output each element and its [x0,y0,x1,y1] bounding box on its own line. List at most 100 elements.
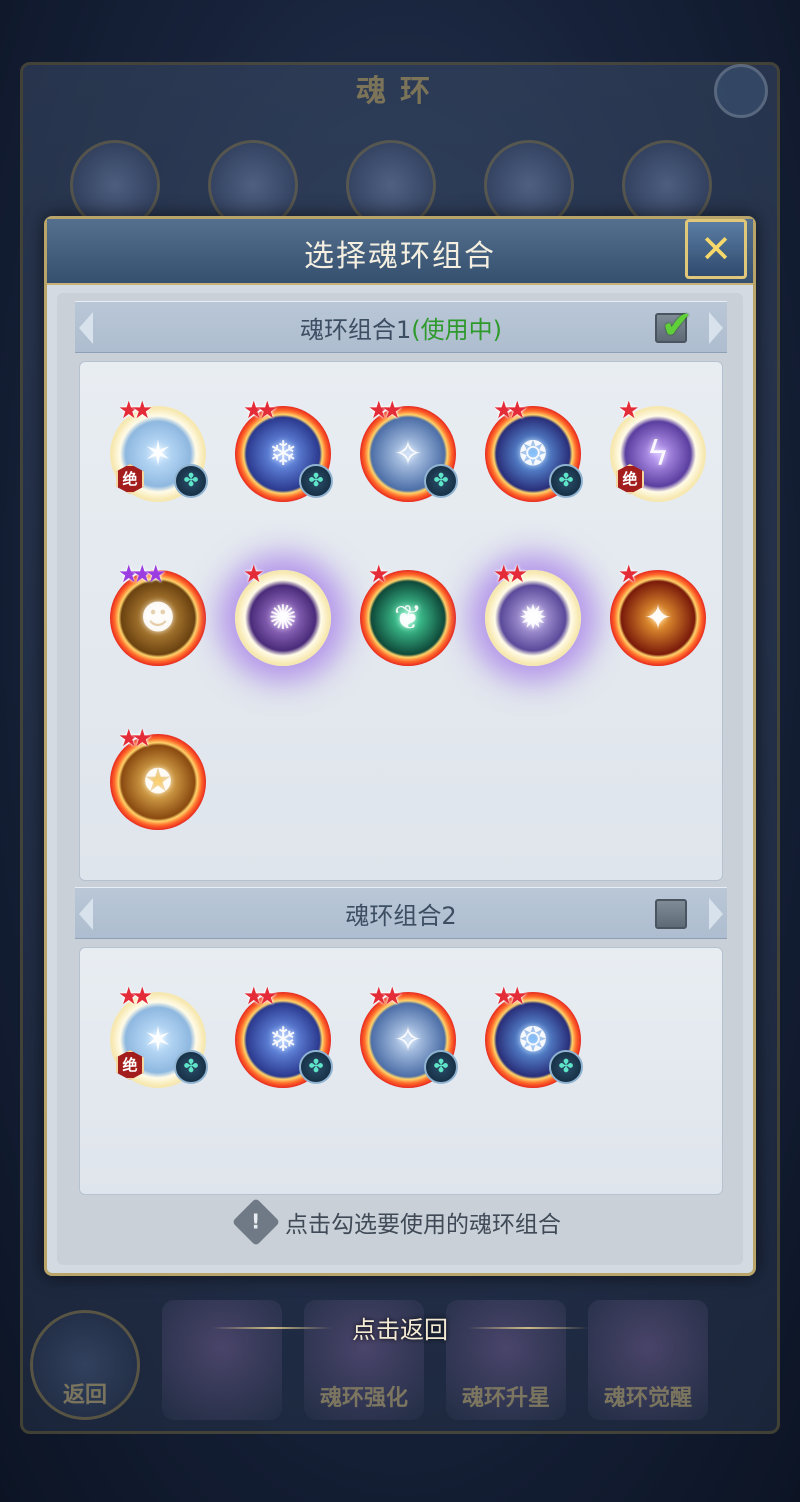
soul-ring[interactable]: ❄ ★★ ✤ [235,398,333,502]
star-icon: ★ [131,724,153,752]
star-rating: ★★ [243,396,278,424]
warning-glyph: ! [251,1210,261,1234]
select-soul-ring-combo-dialog: 选择魂环组合 ✕ 魂环组合1 (使用中) ✔ ✶ ★★ 绝 ✤ ❄ ★★ ✤ ✧ ★★ ✤ ❂ ★★ ✤ ϟ… [44,216,756,1276]
combo-1-status: (使用中) [411,315,502,344]
star-rating: ★★ [118,724,153,752]
golden-beast-icon: ✪ [143,762,173,802]
star-icon: ★ [506,396,528,424]
star-rating: ★★ [368,396,403,424]
combo-1-checkbox[interactable]: ✔ [655,303,693,347]
element-badge-icon: ✤ [299,1050,333,1084]
combo-1-title: 魂环组合1 [299,315,412,344]
star-icon: ★ [131,560,153,588]
footer-hint: ! 点击勾选要使用的魂环组合 [57,1197,743,1247]
soul-ring[interactable]: ✺ ★ [235,562,331,666]
star-icon: ★ [368,560,389,588]
star-icon: ★ [506,560,528,588]
star-rating: ★ [618,396,639,424]
star-rating: ★★ [118,982,153,1010]
star-icon: ★ [243,396,264,424]
combo-1-ring-grid: ✶ ★★ 绝 ✤ ❄ ★★ ✤ ✧ ★★ ✤ ❂ ★★ ✤ ϟ ★ 绝 ☻ ★★★ ✺ ★ ❦ ★ ✹ ★★ ✦ ★ ✪ ★★ [79,361,723,881]
star-icon: ★ [131,982,153,1010]
background-tab-label: 魂环强化 [319,1386,408,1411]
soul-ring[interactable]: ❦ ★ [360,562,456,666]
star-icon: ★ [618,396,639,424]
tap-to-return-hint[interactable]: 点击返回 [0,1310,800,1345]
checkmark-icon: ✔ [661,303,693,347]
warning-icon: ! [231,1197,281,1247]
star-icon: ★ [145,560,166,588]
star-icon: ★ [256,982,278,1010]
soul-ring[interactable]: ✪ ★★ [110,726,206,830]
star-icon: ★ [493,982,514,1010]
background-bottom-bar: 返回 魂环强化 魂环升星 魂环觉醒 [30,1280,770,1420]
element-badge-icon: ✤ [174,464,208,498]
star-icon: ★ [131,396,153,424]
footer-hint-text: 点击勾选要使用的魂环组合 [285,1212,561,1238]
star-rating: ★★ [493,982,528,1010]
close-button[interactable]: ✕ [685,219,747,279]
star-icon: ★ [243,982,264,1010]
combo-2-header[interactable]: 魂环组合2 [75,887,727,939]
soul-ring[interactable]: ✧ ★★ ✤ [360,984,458,1088]
star-icon: ★ [618,560,639,588]
soul-ring[interactable]: ✦ ★ [610,562,706,666]
soul-ring[interactable]: ☻ ★★★ [110,562,206,666]
element-badge-icon: ✤ [424,464,458,498]
soul-ring[interactable]: ❂ ★★ ✤ [485,984,583,1088]
element-badge-icon: ✤ [549,464,583,498]
star-icon: ★ [118,724,139,752]
combo-2-checkbox[interactable] [655,899,687,929]
star-icon: ★ [243,560,264,588]
dialog-content: 魂环组合1 (使用中) ✔ ✶ ★★ 绝 ✤ ❄ ★★ ✤ ✧ ★★ ✤ ❂ ★★ ✤ ϟ ★ 绝 ☻ ★★★ ✺ ★ ❦… [57,293,743,1265]
element-badge-icon: ✤ [299,464,333,498]
star-rating: ★★ [493,396,528,424]
beast-face-icon: ☻ [140,598,176,638]
soul-ring[interactable]: ✶ ★★ 绝 ✤ [110,984,208,1088]
combo-2-title: 魂环组合2 [345,901,457,930]
tap-to-return-label: 点击返回 [352,1316,448,1344]
dialog-title: 选择魂环组合 [304,239,496,274]
star-rating: ★★ [368,984,403,1008]
element-badge-icon: ✤ [174,1050,208,1084]
background-tab-label: 魂环觉醒 [603,1386,692,1411]
star-rating: ★★ [118,396,153,424]
dragon-icon: ✹ [518,598,548,638]
star-icon: ★ [118,396,139,424]
purple-claw-icon: ✺ [268,598,298,638]
element-badge-icon: ✤ [424,1050,458,1084]
star-icon: ★ [118,982,139,1010]
green-wings-icon: ❦ [393,598,423,638]
soul-ring[interactable]: ✶ ★★ 绝 ✤ [110,398,208,502]
star-rating: ★ [368,560,389,588]
combo-1-header[interactable]: 魂环组合1 (使用中) ✔ [75,301,727,353]
soul-ring[interactable]: ✹ ★★ [485,562,581,666]
star-rating: ★★ [243,982,278,1010]
hint-decoration-left [212,1326,332,1329]
star-icon: ★ [368,396,389,424]
element-badge-icon: ✤ [549,1050,583,1084]
star-icon: ★ [118,560,139,588]
background-avatar-row [70,140,760,230]
star-icon: ★ [256,396,278,424]
star-rating: ★★ [493,560,528,588]
background-tab-label: 魂环升星 [461,1386,550,1411]
combo-2-ring-grid: ✶ ★★ 绝 ✤ ❄ ★★ ✤ ✧ ★★ ✤ ❂ ★★ ✤ [79,947,723,1195]
star-icon: ★ [493,396,514,424]
star-rating: ★ [243,560,264,588]
soul-ring[interactable]: ❄ ★★ ✤ [235,984,333,1088]
star-icon: ★ [493,560,514,588]
background-back-label: 返回 [62,1383,107,1408]
background-title: 魂环 [356,74,444,109]
star-icon: ★ [381,396,403,424]
star-rating: ★ [618,560,639,588]
soul-ring[interactable]: ❂ ★★ ✤ [485,398,583,502]
fire-demon-icon: ✦ [643,598,673,638]
dialog-header: 选择魂环组合 [47,219,753,285]
soul-ring[interactable]: ϟ ★ 绝 [610,398,706,502]
star-icon: ★ [506,982,528,1010]
star-rating: ★★★ [118,560,166,588]
hint-decoration-right [468,1326,588,1329]
background-close-button [714,64,768,118]
soul-ring[interactable]: ✧ ★★ ✤ [360,398,458,502]
